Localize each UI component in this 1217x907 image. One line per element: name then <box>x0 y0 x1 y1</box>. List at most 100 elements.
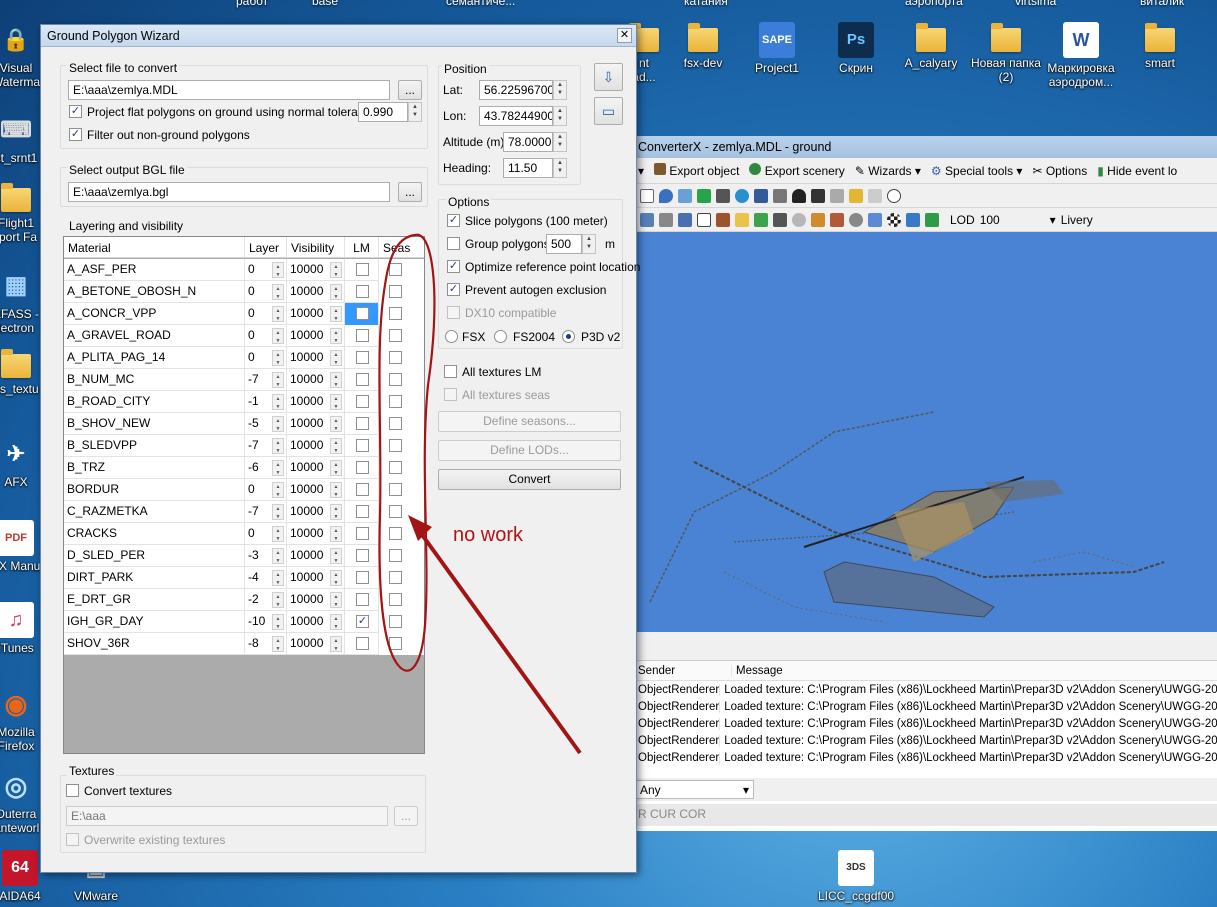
table-row[interactable]: BORDUR 0 ▲ ▼ 10000 ▲ ▼ <box>64 479 424 501</box>
row-spinner[interactable]: ▲ ▼ <box>272 416 284 432</box>
desktop-icon[interactable]: fsx-dev <box>665 22 741 70</box>
bones-icon[interactable] <box>678 212 692 227</box>
row-spinner[interactable]: ▲ ▼ <box>272 350 284 366</box>
project-flat-checkbox[interactable]: ✓ <box>69 105 82 118</box>
grid-icon[interactable] <box>697 188 711 203</box>
checker-icon[interactable] <box>887 212 901 227</box>
row-spinner[interactable]: ▲ ▼ <box>330 460 342 476</box>
col-layer[interactable]: Layer <box>245 237 287 258</box>
row-spinner[interactable]: ▲ ▼ <box>330 570 342 586</box>
table-row[interactable]: B_SHOV_NEW -5 ▲ ▼ 10000 ▲ ▼ <box>64 413 424 435</box>
altitude-field[interactable]: 78.0000 <box>503 132 553 152</box>
lat-spinner[interactable]: ▲ ▼ <box>553 80 567 100</box>
visibility-cell[interactable]: 10000 ▲ ▼ <box>287 457 345 479</box>
lm-checkbox[interactable] <box>356 527 369 540</box>
layer-cell[interactable]: -7 ▲ ▼ <box>245 501 287 523</box>
layer-cell[interactable]: -6 ▲ ▼ <box>245 457 287 479</box>
browse-output-button[interactable]: ... <box>398 182 422 202</box>
refresh-icon[interactable] <box>925 212 939 227</box>
visibility-cell[interactable]: 10000 ▲ ▼ <box>287 479 345 501</box>
lm-checkbox[interactable] <box>356 395 369 408</box>
lm-checkbox[interactable] <box>356 483 369 496</box>
layer-cell[interactable]: 0 ▲ ▼ <box>245 303 287 325</box>
layer-cell[interactable]: -1 ▲ ▼ <box>245 391 287 413</box>
visibility-cell[interactable]: 10000 ▲ ▼ <box>287 589 345 611</box>
row-spinner[interactable]: ▲ ▼ <box>272 284 284 300</box>
table-row[interactable]: A_CONCR_VPP 0 ▲ ▼ 10000 ▲ ▼ <box>64 303 424 325</box>
lm-checkbox[interactable] <box>356 505 369 518</box>
move-icon[interactable] <box>678 188 692 203</box>
list-icon[interactable] <box>830 188 844 203</box>
material-cell[interactable]: A_CONCR_VPP <box>64 303 245 325</box>
layer-cell[interactable]: -7 ▲ ▼ <box>245 435 287 457</box>
desktop-top-label[interactable]: семантиче... <box>446 0 515 8</box>
layer-cell[interactable]: 0 ▲ ▼ <box>245 479 287 501</box>
row-spinner[interactable]: ▲ ▼ <box>272 636 284 652</box>
row-spinner[interactable]: ▲ ▼ <box>272 504 284 520</box>
visibility-cell[interactable]: 10000 ▲ ▼ <box>287 501 345 523</box>
options-button[interactable]: ✂ Options <box>1032 164 1087 178</box>
table-row[interactable]: B_ROAD_CITY -1 ▲ ▼ 10000 ▲ ▼ <box>64 391 424 413</box>
row-spinner[interactable]: ▲ ▼ <box>330 284 342 300</box>
visibility-cell[interactable]: 10000 ▲ ▼ <box>287 259 345 281</box>
row-spinner[interactable]: ▲ ▼ <box>330 372 342 388</box>
material-cell[interactable]: B_SLEDVPP <box>64 435 245 457</box>
lm-checkbox[interactable] <box>356 417 369 430</box>
lm-checkbox[interactable] <box>356 263 369 276</box>
material-cell[interactable]: DIRT_PARK <box>64 567 245 589</box>
table-row[interactable]: A_PLITA_PAG_14 0 ▲ ▼ 10000 ▲ ▼ <box>64 347 424 369</box>
table-row[interactable]: SHOV_36R -8 ▲ ▼ 10000 ▲ ▼ <box>64 633 424 655</box>
log-sender-header[interactable]: Sender <box>634 664 732 677</box>
lm-checkbox[interactable] <box>356 351 369 364</box>
lm-checkbox[interactable] <box>356 285 369 298</box>
converterx-window[interactable]: ConverterX - zemlya.MDL - ground ▾ Expor… <box>633 136 1217 831</box>
material-cell[interactable]: D_SLED_PER <box>64 545 245 567</box>
table-row[interactable]: A_ASF_PER 0 ▲ ▼ 10000 ▲ ▼ <box>64 259 424 281</box>
lon-field[interactable]: 43.78244900 <box>479 106 553 126</box>
material-cell[interactable]: A_GRAVEL_ROAD <box>64 325 245 347</box>
lm-checkbox[interactable] <box>356 373 369 386</box>
desktop-top-label[interactable]: аэропорта <box>905 0 963 8</box>
row-spinner[interactable]: ▲ ▼ <box>330 438 342 454</box>
redo-icon[interactable] <box>868 188 882 203</box>
material-cell[interactable]: BORDUR <box>64 479 245 501</box>
row-spinner[interactable]: ▲ ▼ <box>330 350 342 366</box>
row-spinner[interactable]: ▲ ▼ <box>272 262 284 278</box>
screen-icon[interactable] <box>811 188 825 203</box>
desktop-icon[interactable]: smart <box>1122 22 1198 70</box>
visibility-cell[interactable]: 10000 ▲ ▼ <box>287 391 345 413</box>
lm-checkbox[interactable]: ✓ <box>356 615 369 628</box>
cursor-icon[interactable] <box>640 212 654 227</box>
visibility-cell[interactable]: 10000 ▲ ▼ <box>287 347 345 369</box>
layer-cell[interactable]: 0 ▲ ▼ <box>245 523 287 545</box>
cube-icon[interactable] <box>697 212 711 227</box>
visibility-cell[interactable]: 10000 ▲ ▼ <box>287 523 345 545</box>
layer-cell[interactable]: 0 ▲ ▼ <box>245 325 287 347</box>
row-spinner[interactable]: ▲ ▼ <box>272 328 284 344</box>
log-row[interactable]: ObjectRenderer Loaded texture: C:\Program… <box>634 749 1217 766</box>
row-spinner[interactable]: ▲ ▼ <box>330 592 342 608</box>
row-spinner[interactable]: ▲ ▼ <box>330 394 342 410</box>
row-spinner[interactable]: ▲ ▼ <box>330 636 342 652</box>
hide-event-log-button[interactable]: ▮ Hide event lo <box>1097 164 1177 178</box>
open-folder-button[interactable]: ▭ <box>594 97 623 125</box>
layer-cell[interactable]: 0 ▲ ▼ <box>245 259 287 281</box>
texture-icon[interactable] <box>716 212 730 227</box>
lm-checkbox[interactable] <box>356 307 369 320</box>
tolerance-spinner[interactable]: ▲ ▼ <box>408 102 422 122</box>
texture-path-field[interactable]: E:\aaa <box>66 806 388 826</box>
layer-cell[interactable]: -3 ▲ ▼ <box>245 545 287 567</box>
import-button[interactable]: ⇩ <box>594 63 623 91</box>
table-row[interactable]: C_RAZMETKA -7 ▲ ▼ 10000 ▲ ▼ <box>64 501 424 523</box>
row-spinner[interactable]: ▲ ▼ <box>272 548 284 564</box>
table-row[interactable]: IGH_GR_DAY -10 ▲ ▼ 10000 ▲ ▼ ✓ <box>64 611 424 633</box>
row-spinner[interactable]: ▲ ▼ <box>272 460 284 476</box>
row-spinner[interactable]: ▲ ▼ <box>330 614 342 630</box>
material-cell[interactable]: SHOV_36R <box>64 633 245 655</box>
visibility-cell[interactable]: 10000 ▲ ▼ <box>287 435 345 457</box>
material-cell[interactable]: B_ROAD_CITY <box>64 391 245 413</box>
row-spinner[interactable]: ▲ ▼ <box>272 438 284 454</box>
log-row[interactable]: ObjectRenderer Loaded texture: C:\Program… <box>634 732 1217 749</box>
table-row[interactable]: B_TRZ -6 ▲ ▼ 10000 ▲ ▼ <box>64 457 424 479</box>
wand2-icon[interactable] <box>906 212 920 227</box>
